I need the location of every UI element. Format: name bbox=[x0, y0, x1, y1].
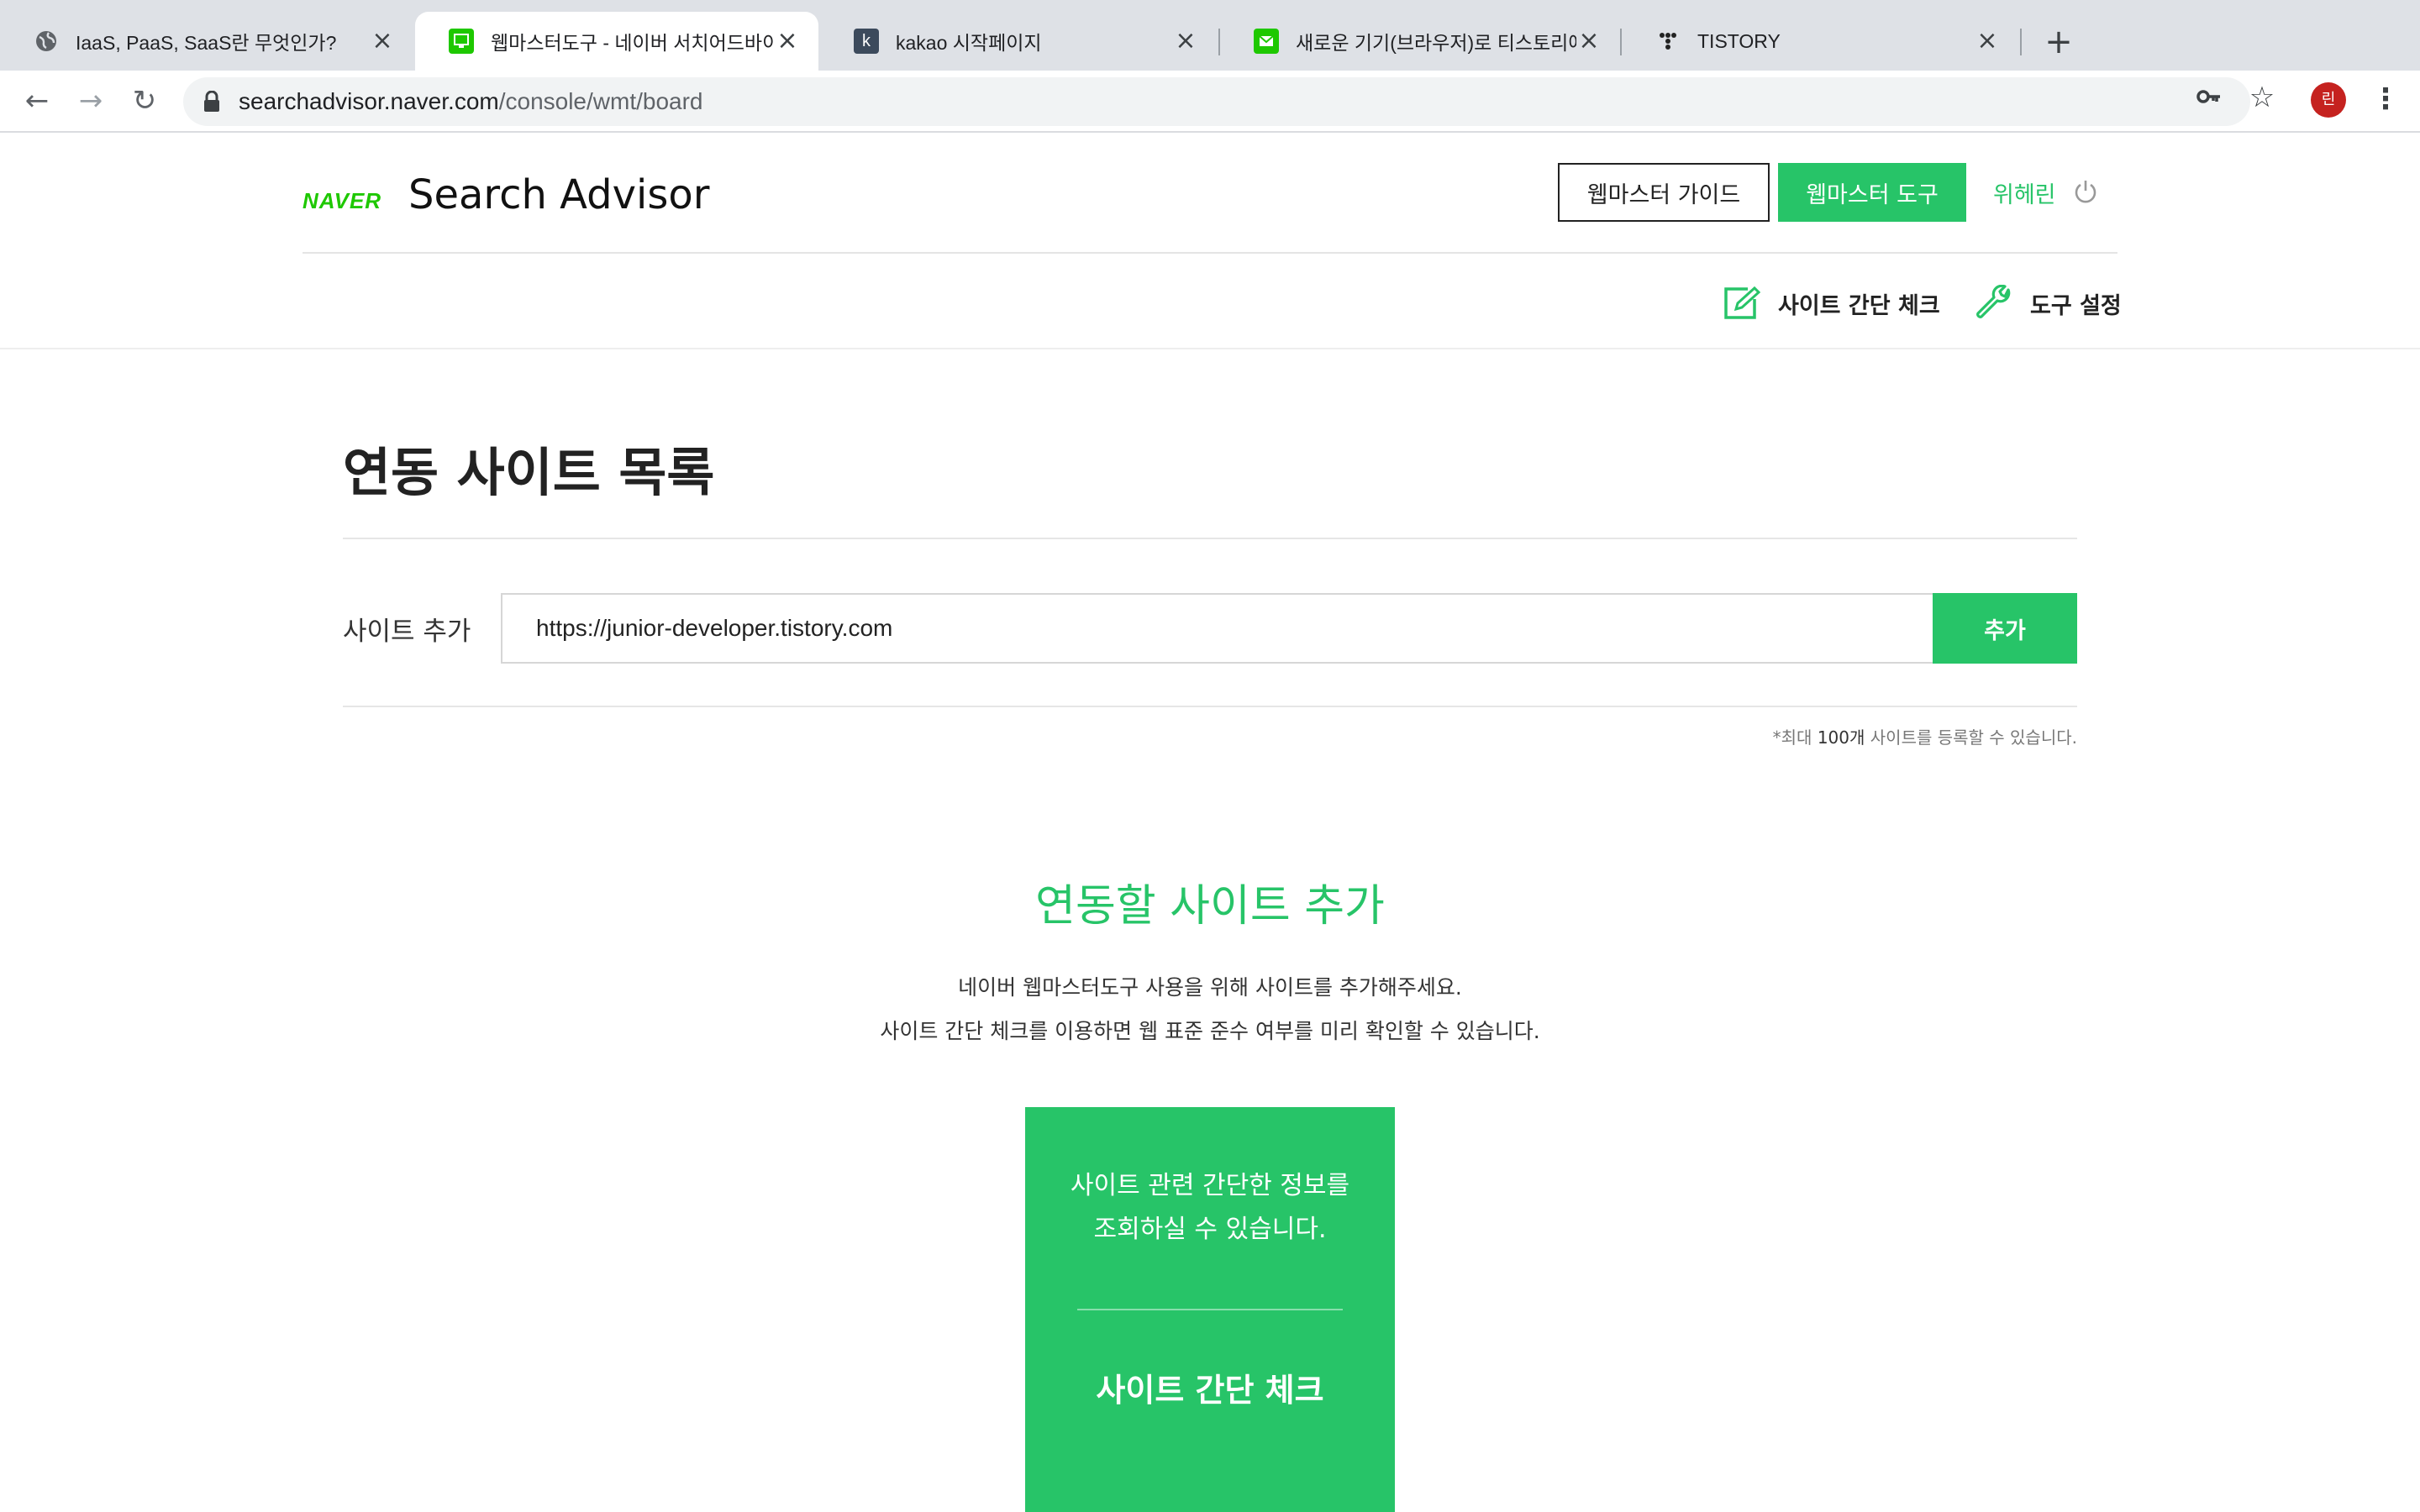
card-text-line-1: 사이트 관련 간단한 정보를 bbox=[1070, 1171, 1350, 1200]
close-icon[interactable]: × bbox=[775, 29, 800, 54]
forward-arrow-icon[interactable]: → bbox=[72, 82, 109, 119]
site-url-input[interactable] bbox=[501, 593, 1934, 664]
site-add-label: 사이트 추가 bbox=[343, 617, 471, 647]
naver-logo[interactable]: NAVER bbox=[302, 188, 381, 214]
add-site-section-title: 연동할 사이트 추가 bbox=[1035, 881, 1385, 932]
kakao-k-icon: k bbox=[854, 29, 879, 54]
form-divider bbox=[343, 706, 2077, 707]
site-limit-note: *최대 100개 사이트를 등록할 수 있습니다. bbox=[1773, 724, 2077, 748]
site-check-card-link[interactable]: 사이트 간단 체크 bbox=[1025, 1364, 1395, 1410]
tab-title: TISTORY bbox=[1697, 29, 1781, 52]
brand-title[interactable]: Search Advisor bbox=[408, 171, 709, 218]
naver-webmaster-icon bbox=[449, 29, 474, 54]
lock-icon bbox=[204, 91, 219, 112]
limit-prefix: *최대 bbox=[1772, 727, 1818, 748]
close-icon[interactable]: × bbox=[370, 29, 395, 54]
bookmark-star-icon[interactable]: ☆ bbox=[2245, 81, 2279, 114]
site-check-nav[interactable]: 사이트 간단 체크 bbox=[1723, 282, 1940, 324]
tool-settings-nav[interactable]: 도구 설정 bbox=[1975, 282, 2122, 324]
limit-suffix: 사이트를 등록할 수 있습니다. bbox=[1865, 727, 2077, 748]
profile-avatar[interactable]: 린 bbox=[2311, 82, 2346, 118]
tab-tistory[interactable]: TISTORY × bbox=[1622, 12, 2018, 71]
tistory-icon bbox=[1655, 29, 1681, 54]
back-arrow-icon[interactable]: ← bbox=[18, 82, 55, 119]
address-bar[interactable]: searchadvisor.naver.com/console/wmt/boar… bbox=[183, 77, 2250, 126]
url-text: searchadvisor.naver.com/console/wmt/boar… bbox=[239, 88, 703, 115]
url-path: /console/wmt/board bbox=[498, 88, 703, 114]
tab-title: 새로운 기기(브라우저)로 티스토리에 bbox=[1296, 32, 1576, 54]
tab-tistory-login[interactable]: 새로운 기기(브라우저)로 티스토리에 × bbox=[1220, 12, 1620, 71]
site-check-label: 사이트 간단 체크 bbox=[1778, 292, 1940, 319]
browser-tab-strip: IaaS, PaaS, SaaS란 무엇인가? × 웹마스터도구 - 네이버 서… bbox=[0, 0, 2420, 71]
url-host: searchadvisor.naver.com bbox=[239, 88, 499, 114]
tool-settings-label: 도구 설정 bbox=[2030, 292, 2122, 319]
browser-toolbar: ← → ↻ searchadvisor.naver.com/console/wm… bbox=[0, 71, 2420, 133]
card-divider bbox=[1077, 1309, 1343, 1310]
kebab-menu-icon[interactable]: ⋮ bbox=[2371, 81, 2400, 118]
page-title: 연동 사이트 목록 bbox=[343, 442, 715, 503]
title-divider bbox=[343, 538, 2077, 539]
tab-webmaster[interactable]: 웹마스터도구 - 네이버 서치어드바이저 × bbox=[415, 12, 818, 71]
close-icon[interactable]: × bbox=[1173, 29, 1198, 54]
tab-title: IaaS, PaaS, SaaS란 무엇인가? bbox=[76, 32, 337, 54]
user-name[interactable]: 위헤린 bbox=[1993, 176, 2056, 209]
description-line-2: 사이트 간단 체크를 이용하면 웹 표준 준수 여부를 미리 확인할 수 있습니… bbox=[880, 1019, 1540, 1043]
close-icon[interactable]: × bbox=[1975, 29, 2000, 54]
site-header: NAVER Search Advisor 웹마스터 가이드 웹마스터 도구 위헤… bbox=[0, 133, 2420, 349]
tab-separator bbox=[2020, 29, 2022, 55]
tab-iaas[interactable]: IaaS, PaaS, SaaS란 무엇인가? × bbox=[0, 12, 413, 71]
webmaster-tool-button[interactable]: 웹마스터 도구 bbox=[1778, 163, 1966, 222]
close-icon[interactable]: × bbox=[1576, 29, 1602, 54]
card-text-line-2: 조회하실 수 있습니다. bbox=[1093, 1215, 1327, 1244]
tab-title: 웹마스터도구 - 네이버 서치어드바이저 bbox=[491, 32, 775, 54]
edit-icon bbox=[1724, 286, 1761, 319]
tab-title: kakao 시작페이지 bbox=[896, 32, 1042, 54]
site-check-card[interactable]: 사이트 관련 간단한 정보를 조회하실 수 있습니다. 사이트 간단 체크 bbox=[1025, 1107, 1395, 1512]
tab-kakao[interactable]: k kakao 시작페이지 × bbox=[820, 12, 1217, 71]
description-line-1: 네이버 웹마스터도구 사용을 위해 사이트를 추가해주세요. bbox=[958, 975, 1462, 1000]
limit-count: 100개 bbox=[1817, 727, 1865, 748]
mail-icon bbox=[1254, 29, 1279, 54]
key-icon[interactable] bbox=[2195, 82, 2223, 111]
globe-icon bbox=[34, 29, 59, 54]
wrench-icon bbox=[1976, 285, 2011, 318]
add-site-button[interactable]: 추가 bbox=[1933, 593, 2077, 664]
reload-icon[interactable]: ↻ bbox=[126, 82, 163, 119]
webmaster-guide-button[interactable]: 웹마스터 가이드 bbox=[1558, 163, 1770, 222]
header-divider bbox=[302, 252, 2118, 254]
power-icon[interactable] bbox=[2072, 178, 2099, 205]
new-tab-button[interactable]: + bbox=[2040, 24, 2077, 60]
